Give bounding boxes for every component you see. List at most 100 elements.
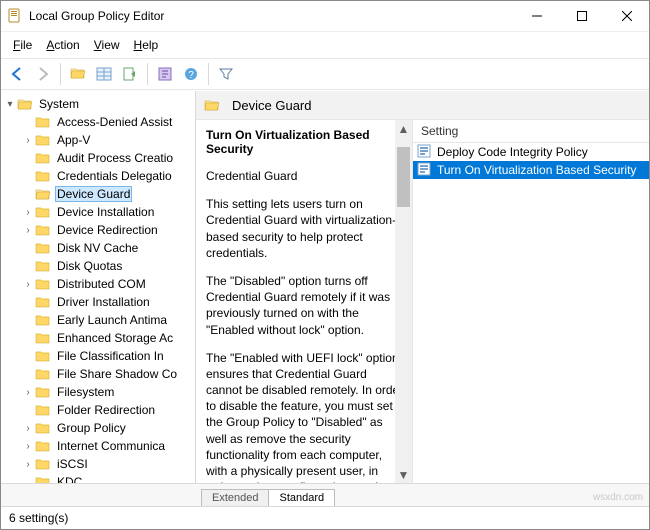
tree-label: KDC: [55, 475, 84, 483]
tree-node[interactable]: Folder Redirection: [3, 401, 195, 419]
list-view-button[interactable]: [92, 62, 116, 86]
separator-icon: [60, 63, 61, 85]
filter-button[interactable]: [214, 62, 238, 86]
tree-label: File Share Shadow Co: [55, 367, 179, 381]
tree-node[interactable]: ›Group Policy: [3, 419, 195, 437]
scroll-thumb[interactable]: [397, 147, 410, 207]
tree-node[interactable]: ›Distributed COM: [3, 275, 195, 293]
tree-node[interactable]: File Classification In: [3, 347, 195, 365]
folder-icon: [35, 151, 51, 165]
folder-icon: [204, 98, 220, 112]
tree-label: Early Launch Antima: [55, 313, 169, 327]
status-bar: 6 setting(s): [1, 506, 649, 529]
tree-node[interactable]: Credentials Delegatio: [3, 167, 195, 185]
tree-node[interactable]: ›Device Redirection: [3, 221, 195, 239]
menu-help-label: elp: [142, 38, 158, 52]
tree-label: iSCSI: [55, 457, 90, 471]
folder-icon: [35, 349, 51, 363]
watermark: wsxdn.com: [593, 492, 643, 503]
detail-header: Device Guard: [196, 91, 649, 120]
tree-node[interactable]: Early Launch Antima: [3, 311, 195, 329]
status-text: 6 setting(s): [9, 511, 68, 525]
tree-label: Device Redirection: [55, 223, 160, 237]
folder-icon: [35, 475, 51, 483]
tree-node[interactable]: ›Device Installation: [3, 203, 195, 221]
tree-node[interactable]: Enhanced Storage Ac: [3, 329, 195, 347]
settings-list[interactable]: Setting Deploy Code Integrity PolicyTurn…: [412, 120, 649, 483]
folder-icon: [35, 367, 51, 381]
tree-node[interactable]: ›iSCSI: [3, 455, 195, 473]
folder-icon: [35, 169, 51, 183]
scroll-up-icon[interactable]: ▲: [395, 120, 412, 137]
folder-icon: [35, 223, 51, 237]
desc-scrollbar[interactable]: ▲ ▼: [395, 120, 412, 483]
tab-extended[interactable]: Extended: [201, 489, 269, 506]
list-item[interactable]: Turn On Virtualization Based Security: [413, 161, 649, 179]
folder-icon: [35, 205, 51, 219]
tree-label: Internet Communica: [55, 439, 167, 453]
desc-paragraph: The "Enabled with UEFI lock" option ensu…: [206, 350, 406, 483]
tree-label: Disk Quotas: [55, 259, 124, 273]
app-icon: [7, 8, 23, 24]
folder-icon: [35, 439, 51, 453]
tree-label: System: [37, 97, 81, 111]
menu-help[interactable]: Help: [128, 36, 165, 54]
back-button[interactable]: [5, 62, 29, 86]
menu-action[interactable]: Action: [40, 36, 85, 54]
scroll-down-icon[interactable]: ▼: [395, 466, 412, 483]
folder-icon: [35, 385, 51, 399]
tree-label: Folder Redirection: [55, 403, 157, 417]
folder-icon: [35, 313, 51, 327]
tree-node-system[interactable]: ▾System: [3, 95, 195, 113]
tree-node[interactable]: File Share Shadow Co: [3, 365, 195, 383]
folder-icon: [35, 277, 51, 291]
minimize-button[interactable]: [514, 1, 559, 31]
folder-icon: [35, 403, 51, 417]
toolbar: ?: [1, 58, 649, 90]
tree-label: Credentials Delegatio: [55, 169, 174, 183]
folder-icon: [35, 259, 51, 273]
detail-header-label: Device Guard: [232, 98, 311, 113]
tree-label: Distributed COM: [55, 277, 148, 291]
tree-label: Device Guard: [55, 186, 132, 202]
description-pane: Turn On Virtualization Based Security Cr…: [196, 120, 412, 483]
tree-node[interactable]: ›Filesystem: [3, 383, 195, 401]
tree-node[interactable]: Disk NV Cache: [3, 239, 195, 257]
tree-node[interactable]: ›Internet Communica: [3, 437, 195, 455]
desc-paragraph: This setting lets users turn on Credenti…: [206, 196, 406, 261]
setting-title: Turn On Virtualization Based Security: [206, 128, 406, 156]
tree-node[interactable]: Audit Process Creatio: [3, 149, 195, 167]
menu-file[interactable]: File: [7, 36, 38, 54]
help-button[interactable]: ?: [179, 62, 203, 86]
up-button[interactable]: [66, 62, 90, 86]
list-column-header[interactable]: Setting: [413, 120, 649, 143]
tree-node[interactable]: Disk Quotas: [3, 257, 195, 275]
tree-node[interactable]: ›App-V: [3, 131, 195, 149]
close-button[interactable]: [604, 1, 649, 31]
tree-node[interactable]: KDC: [3, 473, 195, 483]
separator-icon: [208, 63, 209, 85]
tab-standard[interactable]: Standard: [268, 489, 335, 506]
export-button[interactable]: [118, 62, 142, 86]
tab-strip: Extended Standard: [1, 483, 649, 506]
tree-label: Filesystem: [55, 385, 116, 399]
forward-button[interactable]: [31, 62, 55, 86]
tree-node[interactable]: Device Guard: [3, 185, 195, 203]
setting-icon: [417, 162, 433, 178]
tree-node[interactable]: Driver Installation: [3, 293, 195, 311]
list-item[interactable]: Deploy Code Integrity Policy: [413, 143, 649, 161]
tree-node[interactable]: Access-Denied Assist: [3, 113, 195, 131]
tree-label: Device Installation: [55, 205, 156, 219]
properties-button[interactable]: [153, 62, 177, 86]
folder-icon: [17, 97, 33, 111]
menu-bar: File Action View Help: [1, 32, 649, 58]
menu-action-label: ction: [54, 38, 79, 52]
menu-view[interactable]: View: [88, 36, 126, 54]
folder-icon: [35, 331, 51, 345]
folder-icon: [35, 421, 51, 435]
tree-view[interactable]: ▾SystemAccess-Denied Assist›App-VAudit P…: [1, 91, 196, 483]
maximize-button[interactable]: [559, 1, 604, 31]
desc-paragraph: Credential Guard: [206, 168, 406, 184]
svg-text:?: ?: [188, 70, 194, 81]
setting-icon: [417, 144, 433, 160]
